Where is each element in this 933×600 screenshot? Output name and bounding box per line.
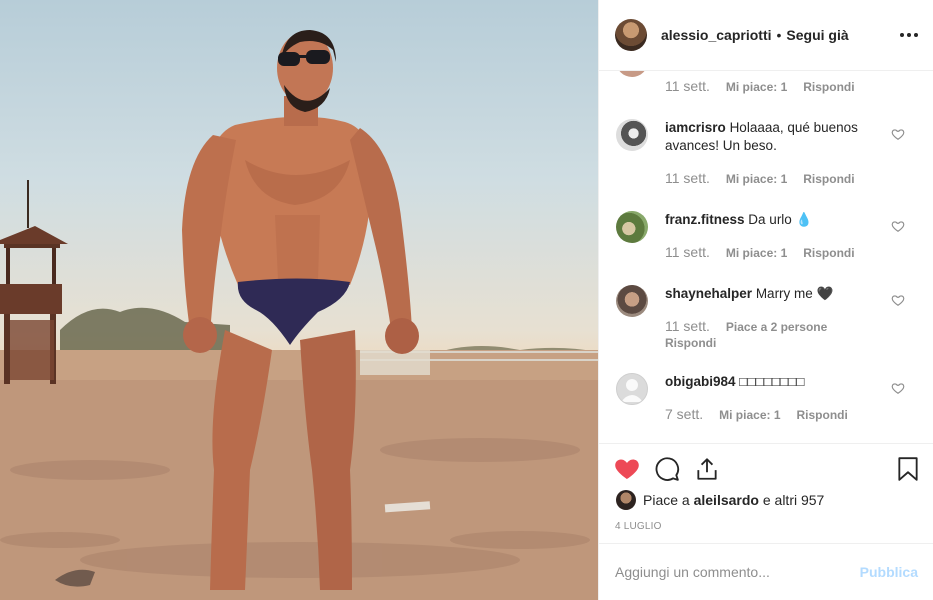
post-header: alessio_capriotti • Segui già <box>599 0 933 71</box>
comment-reply-button[interactable]: Rispondi <box>665 336 885 350</box>
comment-reply-button[interactable]: Rispondi <box>803 80 854 94</box>
comment-time[interactable]: 11 sett. <box>665 244 710 260</box>
comments-list[interactable]: 11 sett. Mi piace: 1 Rispondi iamcrisro … <box>599 71 933 443</box>
heart-outline-icon[interactable] <box>891 293 905 307</box>
follow-status-button[interactable]: Segui già <box>786 27 848 43</box>
beach-scene <box>0 30 598 600</box>
comment-meta-partial: 11 sett. Mi piace: 1 Rispondi <box>665 78 855 94</box>
liked-by-row: Piace a aleilsardo e altri 957 <box>616 490 824 510</box>
default-user-icon <box>621 379 643 402</box>
comment-time[interactable]: 11 sett. <box>665 318 710 334</box>
add-comment-input[interactable] <box>615 564 845 580</box>
author-avatar[interactable] <box>615 19 647 51</box>
comment-text: iamcrisro Holaaaa, qué buenos avances! U… <box>665 119 880 155</box>
liked-by-avatar[interactable] <box>616 490 636 510</box>
post-actions-bar <box>599 443 933 493</box>
comment-body: Da urlo 💧 <box>748 212 813 227</box>
comment-meta: 7 sett. Mi piace: 1 Rispondi <box>665 406 848 422</box>
bookmark-icon[interactable] <box>895 456 921 482</box>
comment-reply-button[interactable]: Rispondi <box>797 408 848 422</box>
post-side-panel: alessio_capriotti • Segui già 11 sett. M… <box>598 0 933 600</box>
liked-by-username[interactable]: aleilsardo <box>694 492 759 508</box>
liked-by-others[interactable]: e altri 957 <box>763 492 824 508</box>
comment-username[interactable]: obigabi984 <box>665 374 736 389</box>
publish-button[interactable]: Pubblica <box>860 564 918 580</box>
comment-likes[interactable]: Mi piace: 1 <box>726 80 787 94</box>
comment-username[interactable]: franz.fitness <box>665 212 745 227</box>
comment-meta: 11 sett. Mi piace: 1 Rispondi <box>665 244 855 260</box>
comment-avatar-partial[interactable] <box>616 71 648 77</box>
heart-outline-icon[interactable] <box>891 127 905 141</box>
comment-reply-button[interactable]: Rispondi <box>803 172 854 186</box>
comment-reply-button[interactable]: Rispondi <box>803 246 854 260</box>
author-username[interactable]: alessio_capriotti <box>661 27 772 43</box>
comment-time[interactable]: 11 sett. <box>665 78 710 94</box>
heart-filled-icon[interactable] <box>614 456 640 482</box>
comment-likes[interactable]: Mi piace: 1 <box>719 408 780 422</box>
comment-bubble-icon[interactable] <box>654 456 680 482</box>
comment-meta: 11 sett. Piace a 2 persone Rispondi <box>665 318 885 350</box>
liked-by-text: Piace a aleilsardo e altri 957 <box>643 492 824 508</box>
comment-likes[interactable]: Piace a 2 persone <box>726 320 827 334</box>
heart-outline-icon[interactable] <box>891 381 905 395</box>
post-date[interactable]: 4 LUGLIO <box>615 521 662 532</box>
comment-avatar[interactable] <box>616 119 648 151</box>
comment-text: obigabi984 □□□□□□□□ <box>665 373 880 391</box>
liked-by-prefix: Piace a <box>643 492 690 508</box>
comment-body: Marry me 🖤 <box>755 286 834 301</box>
comment-time[interactable]: 11 sett. <box>665 170 710 186</box>
comment-username[interactable]: iamcrisro <box>665 120 726 135</box>
add-comment-bar: Pubblica <box>599 543 933 600</box>
header-separator: • <box>776 27 782 43</box>
comment-text: franz.fitness Da urlo 💧 <box>665 211 880 229</box>
comment-time[interactable]: 7 sett. <box>665 406 703 422</box>
share-icon[interactable] <box>694 456 720 482</box>
comment-avatar-placeholder[interactable] <box>616 373 648 405</box>
comment-meta: 11 sett. Mi piace: 1 Rispondi <box>665 170 855 186</box>
comment-likes[interactable]: Mi piace: 1 <box>726 172 787 186</box>
comment-text: shaynehalper Marry me 🖤 <box>665 285 880 303</box>
comment-avatar[interactable] <box>616 211 648 243</box>
comment-username[interactable]: shaynehalper <box>665 286 752 301</box>
comment-body: □□□□□□□□ <box>739 374 805 389</box>
more-options-icon[interactable] <box>900 27 918 43</box>
comment-likes[interactable]: Mi piace: 1 <box>726 246 787 260</box>
comment-avatar[interactable] <box>616 285 648 317</box>
heart-outline-icon[interactable] <box>891 219 905 233</box>
post-photo[interactable] <box>0 0 598 600</box>
